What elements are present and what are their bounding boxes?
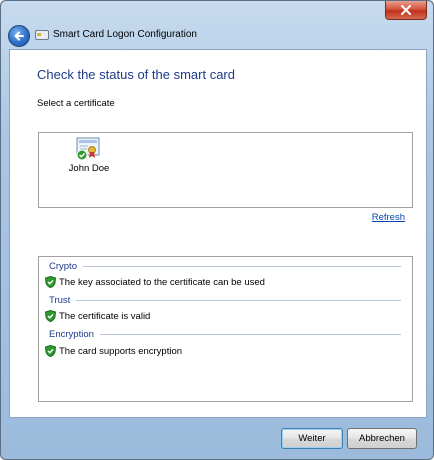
- back-button[interactable]: [8, 25, 30, 47]
- select-certificate-label: Select a certificate: [37, 98, 115, 109]
- shield-check-icon: [45, 345, 56, 357]
- certificate-list[interactable]: John Doe: [38, 132, 413, 208]
- status-text: The key associated to the certificate ca…: [59, 276, 265, 288]
- group-divider: [82, 266, 401, 267]
- group-title: Encryption: [49, 329, 94, 340]
- page-heading: Check the status of the smart card: [37, 67, 235, 82]
- status-text: The certificate is valid: [59, 310, 151, 322]
- smart-card-icon: [35, 30, 49, 40]
- status-item: The card supports encryption: [45, 345, 182, 357]
- close-button[interactable]: [385, 1, 427, 20]
- content-panel: Check the status of the smart card Selec…: [9, 49, 427, 418]
- status-text: The card supports encryption: [59, 345, 183, 357]
- certificate-icon: [76, 137, 100, 161]
- window-title: Smart Card Logon Configuration: [53, 29, 197, 40]
- group-divider: [76, 300, 401, 301]
- back-arrow-icon: [14, 31, 24, 41]
- certificate-item[interactable]: John Doe: [59, 137, 119, 174]
- title-bar[interactable]: Smart Card Logon Configuration: [1, 1, 433, 49]
- status-item: The certificate is valid: [45, 310, 150, 322]
- group-divider: [99, 334, 401, 335]
- shield-check-icon: [45, 276, 56, 288]
- status-item: The key associated to the certificate ca…: [45, 276, 265, 288]
- status-group-crypto: Crypto: [49, 261, 401, 272]
- dialog-window: Smart Card Logon Configuration Check the…: [0, 0, 434, 460]
- certificate-name: John Doe: [68, 163, 110, 174]
- status-group-trust: Trust: [49, 295, 401, 306]
- button-bar: Weiter Abbrechen: [1, 416, 433, 459]
- next-button[interactable]: Weiter: [281, 428, 343, 449]
- refresh-link[interactable]: Refresh: [372, 212, 405, 223]
- group-title: Trust: [49, 295, 71, 306]
- cancel-button[interactable]: Abbrechen: [347, 428, 417, 449]
- close-icon: [401, 5, 411, 15]
- group-title: Crypto: [49, 261, 77, 272]
- status-group-encryption: Encryption: [49, 329, 401, 340]
- status-list: Crypto The key associated to the certifi…: [38, 256, 413, 402]
- shield-check-icon: [45, 310, 56, 322]
